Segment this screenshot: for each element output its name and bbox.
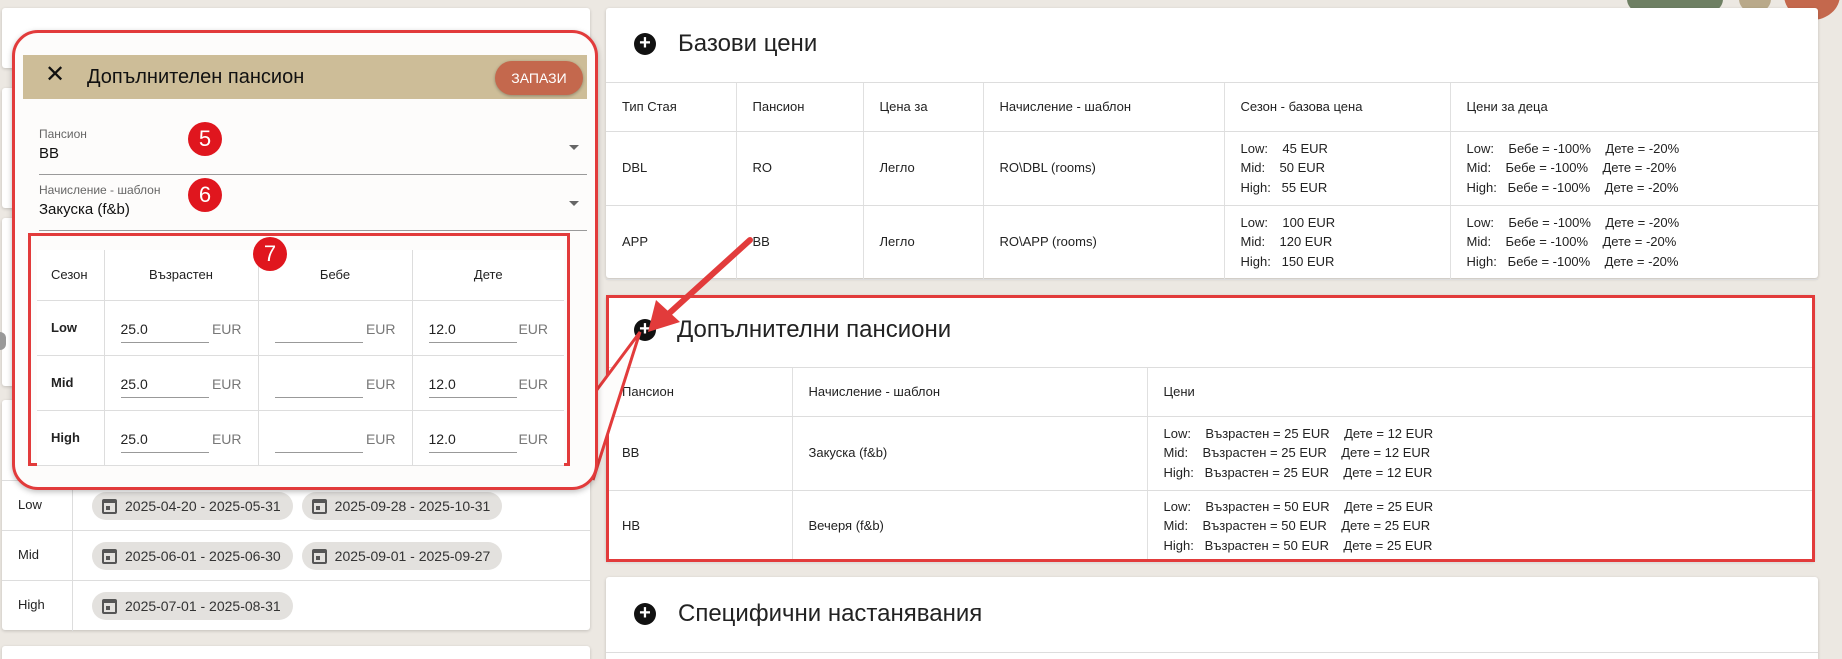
season-name: High [18, 597, 45, 612]
season-row-mid: Mid 2025-06-01 - 2025-06-30 2025-09-01 -… [2, 530, 590, 581]
baby-price-input[interactable] [274, 425, 363, 453]
col-header: Сезон [37, 250, 105, 301]
calendar-icon [311, 548, 327, 564]
calendar-icon [311, 498, 327, 514]
col-header: Цени за деца [1450, 83, 1818, 132]
dialog-prices-table: Сезон Възрастен Бебе Дете Low 25.0 EUR EU… [37, 250, 564, 466]
base-prices-title: Базови цени [678, 30, 818, 57]
col-header: Пансион [736, 83, 864, 132]
child-price-input[interactable]: 12.0 [428, 370, 517, 398]
calendar-icon [102, 598, 117, 614]
base-prices-card: + Базови цени Тип Стая Пансион Цена за Н… [606, 8, 1818, 280]
date-range-chip[interactable]: 2025-07-01 - 2025-08-31 [92, 592, 293, 620]
col-header: Сезон - базова цена [1224, 83, 1451, 132]
date-range-chip[interactable]: 2025-04-20 - 2025-05-31 [92, 492, 293, 520]
adult-price-input[interactable]: 25.0 [120, 425, 209, 453]
col-header: Дете [412, 250, 564, 301]
adult-price-input[interactable]: 25.0 [120, 315, 209, 343]
season-name: Mid [18, 547, 39, 562]
child-price-input[interactable]: 12.0 [428, 315, 517, 343]
chevron-down-icon [569, 201, 579, 206]
dialog-header: ✕ Допълнителен пансион ЗАПАЗИ [23, 55, 587, 99]
step-badge: 6 [188, 178, 222, 212]
date-range-chip[interactable]: 2025-06-01 - 2025-06-30 [92, 542, 293, 570]
col-header: Цена за [863, 83, 984, 132]
calendar-icon [102, 498, 117, 514]
table-row: Mid 25.0 EUR EUR 12.0 EUR [37, 355, 564, 411]
season-name: Low [18, 497, 42, 512]
dialog-title: Допълнителен пансион [87, 66, 305, 88]
add-specific-icon[interactable]: + [634, 603, 656, 625]
template-select[interactable]: Начисление - шаблон Закуска (f&b) [39, 177, 587, 231]
dialog-callout: ✕ Допълнителен пансион ЗАПАЗИ Пансион BB… [12, 30, 598, 490]
calendar-icon [102, 548, 117, 564]
date-range-chip[interactable]: 2025-09-28 - 2025-10-31 [301, 492, 503, 520]
highlight-extra-boards [606, 295, 1815, 562]
table-row[interactable]: DBL RO Легло RO\DBL (rooms) Low: 45 EUR … [606, 131, 1818, 206]
step-badge: 7 [253, 237, 287, 271]
season-row-high: High 2025-07-01 - 2025-08-31 [2, 580, 590, 631]
adult-price-input[interactable]: 25.0 [120, 370, 209, 398]
specific-title: Специфични настанявания [678, 600, 983, 627]
col-header: Тип Стая [606, 83, 737, 132]
left-card-bottom [2, 646, 590, 659]
table-row: High 25.0 EUR EUR 12.0 EUR [37, 410, 564, 466]
col-header: Възрастен [104, 250, 259, 301]
table-row[interactable]: APP BB Легло RO\APP (rooms) Low: 100 EUR… [606, 205, 1818, 280]
col-header: Начисление - шаблон [983, 83, 1225, 132]
close-icon[interactable]: ✕ [45, 63, 65, 87]
step-badge: 5 [188, 122, 222, 156]
chevron-down-icon [569, 145, 579, 150]
baby-price-input[interactable] [274, 370, 363, 398]
prices-table-highlight: Сезон Възрастен Бебе Дете Low 25.0 EUR EU… [28, 233, 570, 466]
base-prices-table: Тип Стая Пансион Цена за Начисление - ша… [606, 83, 1818, 280]
save-button[interactable]: ЗАПАЗИ [495, 61, 583, 95]
callout-connector [591, 331, 642, 481]
baby-price-input[interactable] [274, 315, 363, 343]
board-select[interactable]: Пансион BB [39, 121, 587, 175]
child-price-input[interactable]: 12.0 [428, 425, 517, 453]
add-base-price-icon[interactable]: + [634, 33, 656, 55]
pointer-arrow [648, 237, 753, 332]
table-row: Low 25.0 EUR EUR 12.0 EUR [37, 300, 564, 356]
specific-card: + Специфични настанявания [606, 577, 1818, 659]
date-range-chip[interactable]: 2025-09-01 - 2025-09-27 [301, 542, 503, 570]
